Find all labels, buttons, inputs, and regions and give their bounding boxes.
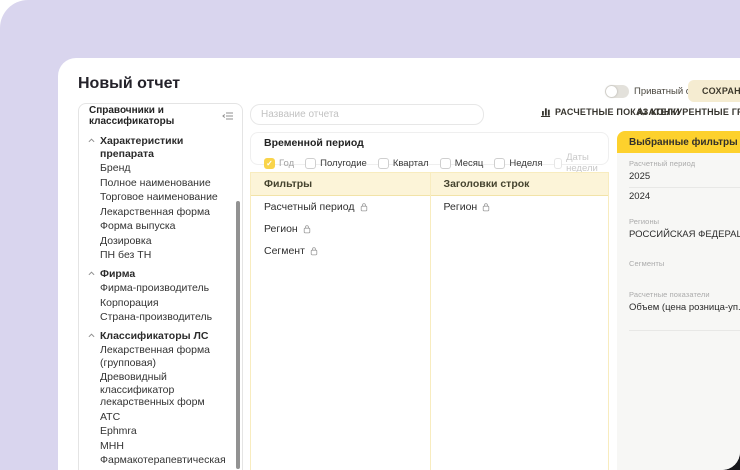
competitive-groups-icon — [636, 106, 647, 117]
filters-column-header: Фильтры — [251, 173, 430, 196]
row-headers-column: Заголовки строк Регион — [430, 173, 609, 470]
bar-chart-icon — [540, 106, 551, 117]
section-value[interactable]: 2024 — [629, 188, 740, 207]
tree-group-label: Классификаторы ЛС — [100, 330, 208, 342]
sidebar-scrollbar[interactable] — [236, 201, 240, 469]
section-label: Расчетный период — [629, 159, 740, 168]
filters-table: Фильтры Расчетный период Регион Сегмент … — [250, 172, 609, 470]
section-label: Сегменты — [629, 259, 740, 268]
tree-item[interactable]: Дозировка — [85, 235, 232, 248]
section-value[interactable]: РОССИЙСКАЯ ФЕДЕРАЦИЯ — [629, 226, 740, 245]
row-headers-column-header: Заголовки строк — [431, 173, 609, 196]
filters-column: Фильтры Расчетный период Регион Сегмент — [251, 173, 430, 470]
divider — [629, 330, 740, 331]
checkbox-week[interactable]: Неделя — [494, 158, 542, 169]
collapse-panel-icon[interactable] — [222, 111, 234, 121]
checkbox-icon — [554, 158, 563, 169]
tree-item[interactable]: Корпорация — [85, 297, 232, 310]
selected-filters-title: Выбранные фильтры — [617, 131, 740, 153]
checkbox-halfyear[interactable]: Полугодие — [305, 158, 367, 169]
classifiers-sidebar: Справочники и классификаторы Характерист… — [78, 103, 243, 470]
section-label: Регионы — [629, 217, 740, 226]
section-value[interactable]: Объем (цена розница-уп.розница), руб — [629, 299, 740, 318]
filter-row[interactable]: Регион — [251, 218, 430, 240]
tree-group[interactable]: Характеристики препарата — [85, 135, 232, 160]
checkbox-icon — [264, 158, 275, 169]
report-builder-window: Новый отчет Приватный отчет СОХРАНИТЬ КА… — [58, 58, 740, 470]
tree-item[interactable]: МНН — [85, 440, 232, 453]
lock-icon — [482, 202, 490, 212]
sidebar-title: Справочники и классификаторы — [89, 105, 222, 127]
tree-item[interactable]: Лекарственная форма — [85, 206, 232, 219]
time-period-title: Временной период — [264, 137, 608, 149]
tree-group-label: Фирма — [100, 268, 135, 280]
toggle-knob — [606, 86, 617, 97]
row-header-row[interactable]: Регион — [431, 196, 609, 218]
checkbox-icon — [440, 158, 451, 169]
tree-item[interactable]: Ephmra — [85, 425, 232, 438]
tree-item[interactable]: ПН без ТН — [85, 249, 232, 262]
save-as-template-button[interactable]: СОХРАНИТЬ КАК ШАБЛОН — [688, 80, 740, 102]
tree-item[interactable]: Древовидный классификатор лекарственных … — [85, 371, 232, 409]
time-period-section: Временной период Год Полугодие Квартал М… — [250, 132, 609, 165]
checkbox-quarter[interactable]: Квартал — [378, 158, 429, 169]
checkbox-icon — [378, 158, 389, 169]
page-title: Новый отчет — [78, 75, 180, 93]
section-value[interactable]: 2025 — [629, 168, 740, 187]
tree-item[interactable]: Торговое наименование — [85, 191, 232, 204]
checkbox-week-dates: Даты недели — [554, 152, 609, 174]
tree-group[interactable]: Классификаторы ЛС — [85, 330, 232, 343]
chevron-up-icon — [88, 138, 95, 143]
chevron-up-icon — [88, 271, 95, 276]
selected-filters-panel: Выбранные фильтры Расчетный период 2025 … — [617, 131, 740, 470]
classifier-tree: Характеристики препарата Бренд Полное на… — [79, 128, 242, 470]
filter-row[interactable]: Расчетный период — [251, 196, 430, 218]
competitive-groups-button[interactable]: КОНКУРЕНТНЫЕ ГРУППЫ — [636, 106, 740, 117]
checkbox-month[interactable]: Месяц — [440, 158, 484, 169]
tree-item[interactable]: Лекарственная форма (групповая) — [85, 344, 232, 369]
tree-item[interactable]: Форма выпуска — [85, 220, 232, 233]
tree-group-label: Характеристики препарата — [100, 135, 183, 160]
report-name-input[interactable] — [250, 104, 484, 125]
lock-icon — [310, 246, 318, 256]
tree-item[interactable]: Фирма-производитель — [85, 282, 232, 295]
tree-item[interactable]: Страна-производитель — [85, 311, 232, 324]
private-report-toggle[interactable] — [605, 85, 629, 98]
lock-icon — [303, 224, 311, 234]
competitive-groups-label: КОНКУРЕНТНЫЕ ГРУППЫ — [651, 107, 740, 117]
lock-icon — [360, 202, 368, 212]
tree-item[interactable]: АТС — [85, 411, 232, 424]
tree-item[interactable]: Бренд — [85, 162, 232, 175]
checkbox-icon — [494, 158, 505, 169]
checkbox-icon — [305, 158, 316, 169]
selected-filters-body: Расчетный период 2025 2024 Регионы РОССИ… — [617, 153, 740, 470]
checkbox-year[interactable]: Год — [264, 158, 294, 169]
chevron-up-icon — [88, 333, 95, 338]
section-label: Расчетные показатели — [629, 290, 740, 299]
filter-row[interactable]: Сегмент — [251, 240, 430, 262]
tree-item[interactable]: Полное наименование — [85, 177, 232, 190]
tree-item[interactable]: Фармакотерапевтическая группа — [85, 454, 232, 470]
screen: Новый отчет Приватный отчет СОХРАНИТЬ КА… — [0, 0, 740, 470]
tree-group[interactable]: Фирма — [85, 268, 232, 281]
